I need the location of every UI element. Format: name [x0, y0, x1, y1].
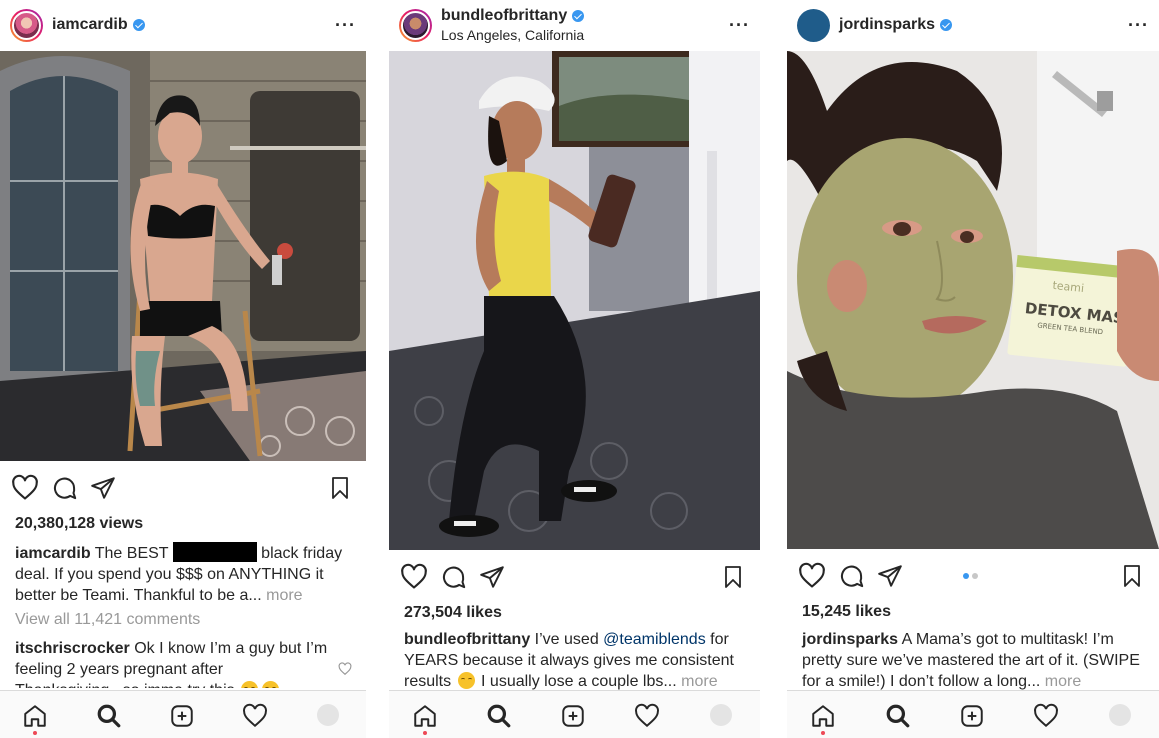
bottom-tab-bar — [787, 690, 1159, 738]
comment-icon[interactable] — [51, 474, 78, 502]
post-header: iamcardib ··· — [0, 0, 366, 50]
caption-mention-link[interactable]: @teamiblends — [603, 631, 706, 648]
comment-icon[interactable] — [440, 563, 467, 591]
view-count: 20,380,128 views — [15, 515, 144, 532]
like-heart-icon[interactable] — [400, 563, 428, 591]
post-panel-iamcardib: iamcardib ··· 20,380,128 views iamcardib… — [0, 0, 366, 738]
notification-dot — [821, 731, 825, 735]
post-image — [0, 51, 366, 461]
save-bookmark-icon[interactable] — [328, 474, 352, 502]
add-post-icon[interactable] — [169, 703, 195, 729]
post-image-content — [389, 51, 760, 550]
carousel-dot — [972, 573, 978, 579]
share-icon[interactable] — [90, 474, 116, 502]
comment-username[interactable]: itschriscrocker — [15, 640, 130, 657]
post-image[interactable] — [389, 51, 760, 550]
like-heart-icon[interactable] — [798, 562, 826, 590]
search-icon[interactable] — [486, 703, 512, 729]
username[interactable]: iamcardib — [52, 16, 128, 34]
like-heart-icon[interactable] — [11, 474, 39, 502]
caption-more-link[interactable]: more — [266, 587, 302, 604]
like-count[interactable]: 273,504 likes — [404, 604, 502, 622]
add-post-icon[interactable] — [560, 703, 586, 729]
relieved-emoji-icon — [457, 672, 475, 689]
activity-heart-icon[interactable] — [1033, 703, 1059, 729]
redaction-bar — [172, 542, 257, 562]
username[interactable]: bundleofbrittany — [441, 7, 567, 25]
avatar[interactable] — [399, 8, 432, 42]
caption-text: I’ve used — [534, 631, 599, 648]
profile-icon[interactable] — [1109, 704, 1131, 726]
carousel-dot-active — [963, 573, 969, 579]
caption-text-end: I usually lose a couple lbs... — [481, 673, 677, 690]
like-count[interactable]: 15,245 likes — [802, 603, 891, 621]
search-icon[interactable] — [885, 703, 911, 729]
verified-badge-icon — [940, 19, 953, 31]
verified-badge-icon — [132, 19, 145, 31]
profile-icon[interactable] — [317, 704, 339, 726]
avatar[interactable] — [10, 8, 43, 42]
profile-icon[interactable] — [710, 704, 732, 726]
caption-username[interactable]: bundleofbrittany — [404, 631, 530, 648]
post-caption: bundleofbrittany I’ve used @teamiblends … — [404, 629, 748, 692]
comment-like-heart-icon[interactable] — [338, 662, 352, 676]
post-actions — [0, 474, 366, 504]
post-caption: iamcardib The BEST black friday deal. If… — [15, 542, 354, 606]
caption-username[interactable]: jordinsparks — [802, 631, 898, 648]
share-icon[interactable] — [877, 562, 903, 590]
bottom-tab-bar — [0, 690, 366, 738]
notification-dot — [33, 731, 37, 735]
home-icon[interactable] — [22, 703, 48, 729]
avatar[interactable] — [797, 8, 830, 42]
activity-heart-icon[interactable] — [242, 703, 268, 729]
post-image[interactable]: teami DETOX MASK GREEN TEA BLEND — [787, 51, 1159, 549]
post-panel-jordinsparks: jordinsparks ··· teami DETOX MASK GREEN … — [787, 0, 1159, 738]
post-panel-bundleofbrittany: bundleofbrittany Los Angeles, California… — [389, 0, 760, 738]
grimace-emoji-icon — [262, 681, 280, 688]
caption-more-link[interactable]: more — [681, 673, 717, 690]
save-bookmark-icon[interactable] — [721, 563, 745, 591]
more-options-icon[interactable]: ··· — [729, 15, 750, 36]
verified-badge-icon — [572, 10, 585, 22]
more-options-icon[interactable]: ··· — [335, 15, 356, 36]
post-header: bundleofbrittany Los Angeles, California… — [389, 0, 760, 50]
view-all-comments-link[interactable]: View all 11,421 comments — [15, 611, 200, 629]
bottom-tab-bar — [389, 690, 760, 738]
post-video[interactable] — [0, 51, 366, 461]
post-actions — [389, 563, 760, 593]
add-post-icon[interactable] — [959, 703, 985, 729]
post-image-content: teami DETOX MASK GREEN TEA BLEND — [787, 51, 1159, 549]
notification-dot — [423, 731, 427, 735]
username[interactable]: jordinsparks — [839, 16, 935, 34]
caption-text: The BEST — [94, 545, 169, 562]
save-bookmark-icon[interactable] — [1120, 562, 1144, 590]
more-options-icon[interactable]: ··· — [1128, 15, 1149, 36]
post-location[interactable]: Los Angeles, California — [441, 27, 584, 43]
grimace-emoji-icon — [241, 681, 259, 688]
carousel-indicator — [963, 573, 978, 579]
post-header: jordinsparks ··· — [787, 0, 1159, 50]
home-icon[interactable] — [810, 703, 836, 729]
search-icon[interactable] — [96, 703, 122, 729]
share-icon[interactable] — [479, 563, 505, 591]
caption-username[interactable]: iamcardib — [15, 545, 91, 562]
activity-heart-icon[interactable] — [634, 703, 660, 729]
post-caption: jordinsparks A Mama’s got to multitask! … — [802, 629, 1147, 692]
top-comment: itschriscrocker Ok I know I’m a guy but … — [15, 638, 334, 688]
home-icon[interactable] — [412, 703, 438, 729]
post-actions — [787, 562, 1159, 592]
caption-more-link[interactable]: more — [1045, 673, 1081, 690]
comment-icon[interactable] — [838, 562, 865, 590]
